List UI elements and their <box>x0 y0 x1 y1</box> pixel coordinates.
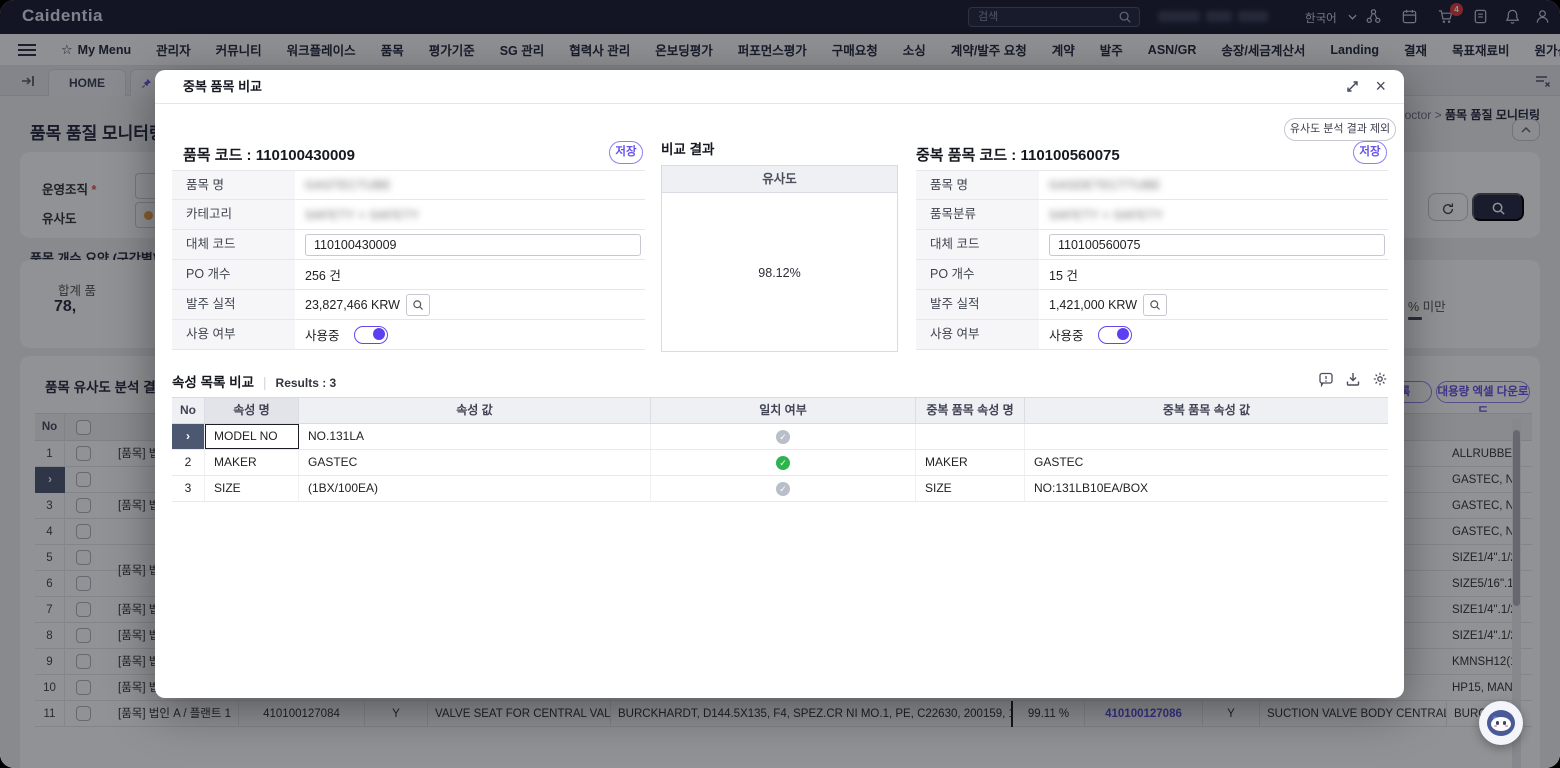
exclude-analysis-button[interactable]: 유사도 분석 결과 제외 <box>1284 118 1396 141</box>
attribute-compare-title: 속성 목록 비교|Results : 3 <box>172 371 336 391</box>
compare-result-title: 비교 결과 <box>661 138 714 158</box>
modal-header: 중복 품목 비교 × <box>155 70 1404 104</box>
expand-icon[interactable] <box>1345 79 1360 94</box>
duplicate-item-compare-modal: 중복 품목 비교 × 품목 코드 : 110100430009 저장 품목 명G… <box>155 70 1404 698</box>
results-count: Results : 3 <box>276 376 337 390</box>
selected-row-chevron: › <box>172 424 205 449</box>
annotation-icon[interactable] <box>1318 371 1334 387</box>
compare-result-box: 유사도 98.12% <box>661 165 898 352</box>
alt-code-input[interactable] <box>1049 234 1385 256</box>
info-row: 사용 여부사용중 <box>172 320 645 350</box>
item-name-blurred: GASDETECTTUBE <box>1049 178 1161 192</box>
attribute-row[interactable]: 3 SIZE (1BX/100EA) ✓ SIZE NO:131LB10EA/B… <box>172 476 1388 502</box>
save-button-left[interactable]: 저장 <box>609 141 643 164</box>
save-button-right[interactable]: 저장 <box>1353 141 1387 164</box>
info-row: 발주 실적1,421,000 KRW <box>916 290 1388 320</box>
order-history-search-button[interactable] <box>1143 294 1167 316</box>
match-status-icon: ✓ <box>776 482 790 496</box>
use-toggle[interactable] <box>1098 326 1132 344</box>
info-row: 품목 명GASTECTUBE <box>172 170 645 200</box>
info-row: PO 개수256 건 <box>172 260 645 290</box>
info-row: 품목분류SAFETY > SAFETY <box>916 200 1388 230</box>
use-status: 사용중 <box>1049 325 1084 344</box>
item-code-title: 품목 코드 : 110100430009 <box>183 144 355 165</box>
po-count: 256 건 <box>305 265 341 284</box>
use-status: 사용중 <box>305 325 340 344</box>
attribute-table-header: No 속성 명 속성 값 일치 여부 중복 품목 속성 명 중복 품목 속성 값 <box>172 397 1388 424</box>
item-info-table-right: 품목 명GASDETECTTUBE 품목분류SAFETY > SAFETY 대체… <box>916 170 1388 350</box>
info-row: PO 개수15 건 <box>916 260 1388 290</box>
chatbot-button[interactable] <box>1479 701 1523 745</box>
modal-title: 중복 품목 비교 <box>183 70 262 104</box>
attribute-row[interactable]: › MODEL NO NO.131LA ✓ <box>172 424 1388 450</box>
item-info-table-left: 품목 명GASTECTUBE 카테고리SAFETY > SAFETY 대체 코드… <box>172 170 645 350</box>
gear-icon[interactable] <box>1372 371 1388 387</box>
category-blurred: SAFETY > SAFETY <box>1049 208 1163 222</box>
category-blurred: SAFETY > SAFETY <box>305 208 419 222</box>
order-amount: 23,827,466 KRW <box>305 298 400 312</box>
info-row: 사용 여부사용중 <box>916 320 1388 350</box>
match-status-icon: ✓ <box>776 430 790 444</box>
info-row: 발주 실적23,827,466 KRW <box>172 290 645 320</box>
download-icon[interactable] <box>1345 371 1361 387</box>
toggle-knob <box>1117 328 1129 340</box>
match-status-icon: ✓ <box>776 456 790 470</box>
dup-item-code-title: 중복 품목 코드 : 110100560075 <box>916 144 1120 165</box>
info-row: 대체 코드 <box>172 230 645 260</box>
info-row: 카테고리SAFETY > SAFETY <box>172 200 645 230</box>
alt-code-input[interactable] <box>305 234 641 256</box>
order-amount: 1,421,000 KRW <box>1049 298 1137 312</box>
attribute-table: No 속성 명 속성 값 일치 여부 중복 품목 속성 명 중복 품목 속성 값… <box>172 397 1388 502</box>
app-screen: Caidentia 한국어 4 ☆My Menu 관리자 커뮤니티 워크플레이스… <box>0 0 1560 768</box>
order-history-search-button[interactable] <box>406 294 430 316</box>
use-toggle[interactable] <box>354 326 388 344</box>
info-row: 대체 코드 <box>916 230 1388 260</box>
info-row: 품목 명GASDETECTTUBE <box>916 170 1388 200</box>
similarity-value: 98.12% <box>662 193 897 352</box>
similarity-column-header: 유사도 <box>662 166 897 193</box>
toggle-knob <box>373 328 385 340</box>
item-name-blurred: GASTECTUBE <box>305 178 391 192</box>
attr-name-cell-focused[interactable]: MODEL NO <box>205 424 299 449</box>
close-icon[interactable]: × <box>1375 74 1386 98</box>
robot-icon <box>1487 710 1515 736</box>
attribute-row[interactable]: 2 MAKER GASTEC ✓ MAKER GASTEC <box>172 450 1388 476</box>
po-count: 15 건 <box>1049 265 1078 284</box>
